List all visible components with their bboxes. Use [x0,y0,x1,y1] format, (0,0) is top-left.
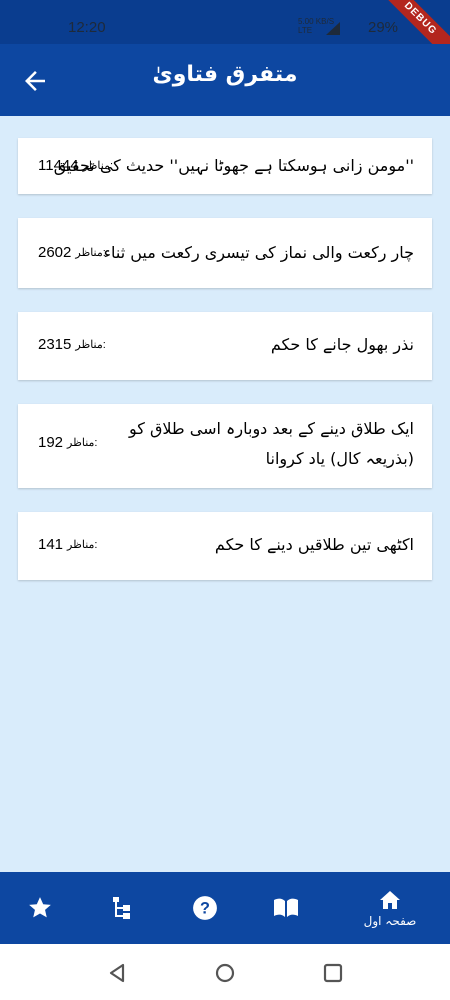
home-icon [380,891,400,909]
app-bar: متفرق فتاویٰ [0,44,450,116]
list-item-views: 192 مناظر: [38,434,98,451]
list-item[interactable]: ''مومن زانی ہوسکتا ہے جھوٹا نہیں'' حدیث … [18,138,432,194]
list-item-title: چار رکعت والی نماز کی تیسری رکعت میں ثنا… [103,243,414,262]
help-icon: ? [193,896,217,920]
books-button[interactable] [256,872,316,944]
svg-text:?: ? [200,899,210,917]
favorites-button[interactable] [10,872,70,944]
bottom-nav: ? صفحہ اول [0,872,450,944]
list-item[interactable]: ایک طلاق دینے کے بعد دوبارہ اسی طلاق کو … [18,404,432,488]
recents-square-icon[interactable] [322,962,344,984]
list-item-views: 2315 مناظر: [38,336,106,353]
list-item-views: 2602 مناظر: [38,244,106,261]
status-bar: 12:20 5.00 KB/S LTE 29% DEBUG [0,0,450,68]
signal-icon [326,22,340,35]
list-item-title: اکٹھی تین طلاقیں دینے کا حکم [214,535,414,554]
home-button[interactable]: صفحہ اول [360,872,420,944]
list-item-views: 141 مناظر: [38,536,98,553]
system-nav-bar [0,944,450,1000]
status-time: 12:20 [68,19,106,36]
categories-button[interactable] [92,872,152,944]
page-title: متفرق فتاویٰ [152,62,298,87]
back-triangle-icon[interactable] [106,962,128,984]
home-label: صفحہ اول [363,914,417,928]
book-icon [274,898,298,917]
battery-level: 29% [368,19,399,36]
list-item-title: نذر بھول جانے کا حکم [270,335,414,354]
list-item[interactable]: نذر بھول جانے کا حکم 2315 مناظر: [18,312,432,380]
list-item[interactable]: اکٹھی تین طلاقیں دینے کا حکم 141 مناظر: [18,512,432,580]
list-item[interactable]: چار رکعت والی نماز کی تیسری رکعت میں ثنا… [18,218,432,288]
star-icon [29,897,51,918]
fatwa-list: ''مومن زانی ہوسکتا ہے جھوٹا نہیں'' حدیث … [0,116,450,872]
home-circle-icon[interactable] [214,962,236,984]
sitemap-icon [113,897,130,919]
list-item-views: 11444 مناظر: [38,157,114,174]
list-item-title: ایک طلاق دینے کے بعد دوبارہ اسی طلاق کو … [129,419,414,468]
help-button[interactable]: ? [175,872,235,944]
